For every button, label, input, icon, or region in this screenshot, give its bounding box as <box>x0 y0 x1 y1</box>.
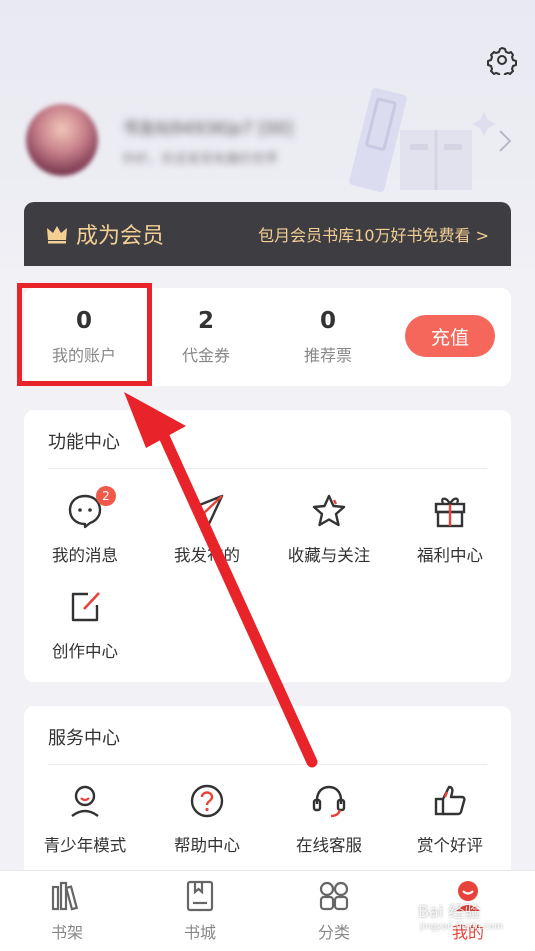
grid-item-label: 赏个好评 <box>417 836 483 855</box>
grid-item-label: 收藏与关注 <box>287 546 371 565</box>
grid-item-label: 福利中心 <box>417 546 483 565</box>
decorative-books-illustration <box>349 87 496 193</box>
headset-icon <box>312 785 346 818</box>
vouchers[interactable]: 2 代金券 <box>146 288 266 386</box>
divider <box>48 764 487 765</box>
edit-icon <box>71 592 100 622</box>
grid-item-favorites[interactable]: 收藏与关注 <box>268 490 390 580</box>
youth-mode-icon <box>71 785 99 817</box>
message-badge: 2 <box>96 486 116 506</box>
grid-item-published[interactable]: 我发布的 <box>146 490 268 580</box>
vip-banner[interactable]: 成为会员 包月会员书库10万好书免费看 > <box>24 202 511 266</box>
vip-title: 成为会员 <box>76 224 165 249</box>
avatar[interactable] <box>26 104 98 176</box>
watermark-subtext: jingyan.baidu.com <box>420 922 504 932</box>
user-description: 你好，欢迎发现有趣的世界 <box>122 152 279 166</box>
watermark-text: Bai 经验 <box>418 902 481 921</box>
service-center-title: 服务中心 <box>48 728 120 749</box>
voucher-label: 代金券 <box>181 346 230 365</box>
recharge-button[interactable]: 充值 <box>405 315 495 357</box>
nav-item-bookstore[interactable]: 书城 <box>160 879 240 947</box>
paper-plane-icon <box>190 494 224 528</box>
settings-button[interactable] <box>484 42 520 78</box>
vip-promo-link[interactable]: 包月会员书库10万好书免费看 > <box>258 222 489 246</box>
voucher-count: 2 <box>197 308 214 334</box>
grid-item-label: 创作中心 <box>52 642 118 661</box>
grid-item-label: 在线客服 <box>296 836 362 855</box>
book-store-icon <box>186 880 214 912</box>
category-icon <box>319 881 349 911</box>
username[interactable]: 书友6J9493KJp7 [00] <box>122 114 352 136</box>
grid-item-rate-app[interactable]: 赏个好评 <box>389 780 511 870</box>
annotation-highlight-box <box>17 283 152 386</box>
ticket-label: 推荐票 <box>303 346 352 365</box>
help-icon <box>190 784 224 818</box>
chevron-right-icon[interactable] <box>494 128 516 154</box>
nav-label: 分类 <box>317 923 350 942</box>
grid-item-label: 我发布的 <box>174 546 240 565</box>
nav-item-category[interactable]: 分类 <box>294 879 374 947</box>
grid-item-online-service[interactable]: 在线客服 <box>268 780 390 870</box>
nav-item-bookshelf[interactable]: 书架 <box>27 879 107 947</box>
nav-label: 书架 <box>50 923 83 942</box>
ticket-count: 0 <box>319 308 336 334</box>
grid-item-label: 青少年模式 <box>43 836 127 855</box>
function-center-title: 功能中心 <box>48 432 120 453</box>
grid-item-messages[interactable]: 2 我的消息 <box>24 486 146 580</box>
star-icon <box>312 494 346 527</box>
grid-item-youth-mode[interactable]: 青少年模式 <box>24 780 146 870</box>
gift-icon <box>434 497 466 528</box>
grid-item-help-center[interactable]: 帮助中心 <box>146 780 268 870</box>
function-center-card: 功能中心 2 我的消息 我发布的 收藏与关注 福利中心 创作中心 <box>24 410 511 682</box>
grid-item-label: 我的消息 <box>52 546 118 565</box>
grid-item-label: 帮助中心 <box>174 836 240 855</box>
thumbs-up-icon <box>434 785 466 816</box>
gear-icon <box>487 47 517 75</box>
divider <box>48 468 487 469</box>
recommend-tickets[interactable]: 0 推荐票 <box>268 288 388 386</box>
service-center-card: 服务中心 青少年模式 帮助中心 在线客服 赏个好评 <box>24 706 511 886</box>
nav-label: 书城 <box>183 923 216 942</box>
bookshelf-icon <box>51 881 79 911</box>
grid-item-welfare[interactable]: 福利中心 <box>389 490 511 580</box>
grid-item-creator-center[interactable]: 创作中心 <box>24 586 146 676</box>
crown-icon <box>47 226 67 244</box>
